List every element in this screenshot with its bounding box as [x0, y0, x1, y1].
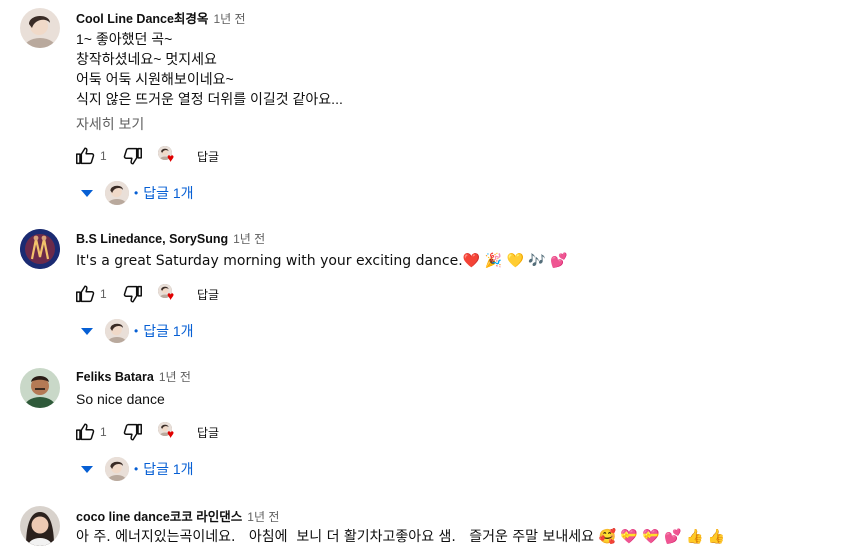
- author-name[interactable]: coco line dance코코 라인댄스: [76, 510, 242, 524]
- like-count: 1: [100, 149, 107, 163]
- like-count: 1: [100, 425, 107, 439]
- thumb-down-icon[interactable]: [122, 283, 144, 305]
- separator-dot: •: [134, 186, 139, 200]
- creator-heart-icon: ♥: [158, 421, 180, 443]
- avatar: [105, 181, 129, 205]
- thumb-up-icon[interactable]: [74, 283, 96, 305]
- reply-button[interactable]: 답글: [197, 424, 219, 441]
- comment-line: So nice dance: [76, 391, 165, 407]
- view-replies-button[interactable]: • 답글 1개: [78, 317, 194, 345]
- comment-header: coco line dance코코 라인댄스 1년 전: [76, 506, 279, 525]
- avatar[interactable]: [20, 229, 60, 269]
- comment-text: So nice dance: [76, 389, 165, 409]
- comment-header: Cool Line Dance최경옥 1년 전: [76, 8, 246, 27]
- creator-heart-icon: ♥: [158, 145, 180, 167]
- separator-dot: •: [134, 462, 139, 476]
- thumb-up-icon[interactable]: [74, 421, 96, 443]
- triangle-down-icon: [81, 189, 93, 197]
- like-count: 1: [100, 287, 107, 301]
- comment-header: Feliks Batara 1년 전: [76, 368, 191, 385]
- avatar: [105, 319, 129, 343]
- comment-line: It's a great Saturday morning with your …: [76, 253, 568, 269]
- comment-text: 아 주. 에너지있는곡이네요. 아침에 보니 더 활기차고좋아요 샘. 즐거운 …: [76, 527, 725, 547]
- triangle-down-icon: [81, 327, 93, 335]
- comment-line: 어둑 어둑 시원해보이네요~: [76, 71, 234, 87]
- comment-time[interactable]: 1년 전: [213, 12, 245, 26]
- comment-header: B.S Linedance, SorySung 1년 전: [76, 230, 265, 247]
- comment-time[interactable]: 1년 전: [159, 370, 191, 384]
- avatar[interactable]: [20, 8, 60, 48]
- replies-count: 답글 1개: [143, 185, 194, 201]
- thumb-up-icon[interactable]: [74, 145, 96, 167]
- author-name[interactable]: Cool Line Dance최경옥: [76, 12, 208, 26]
- view-replies-button[interactable]: • 답글 1개: [78, 455, 194, 483]
- thumb-down-icon[interactable]: [122, 145, 144, 167]
- replies-count: 답글 1개: [143, 461, 194, 477]
- comment-actions: 1 ♥ 답글: [74, 420, 219, 444]
- comment-time[interactable]: 1년 전: [233, 232, 265, 246]
- comment-line: 창작하셨네요~ 멋지세요: [76, 51, 217, 67]
- thumb-down-icon[interactable]: [122, 421, 144, 443]
- comment-time[interactable]: 1년 전: [247, 510, 279, 524]
- avatar: [105, 457, 129, 481]
- comment-actions: 1 ♥ 답글: [74, 282, 219, 306]
- view-replies-button[interactable]: • 답글 1개: [78, 179, 194, 207]
- avatar[interactable]: [20, 506, 60, 546]
- comment-text: 1~ 좋아했던 곡~ 창작하셨네요~ 멋지세요 어둑 어둑 시원해보이네요~ 식…: [76, 29, 343, 109]
- replies-count: 답글 1개: [143, 323, 194, 339]
- comment-actions: 1 ♥ 답글: [74, 144, 219, 168]
- comment-text: It's a great Saturday morning with your …: [76, 251, 568, 271]
- author-name[interactable]: B.S Linedance, SorySung: [76, 232, 228, 246]
- read-more-button[interactable]: 자세히 보기: [76, 114, 144, 134]
- comment-line: 식지 않은 뜨거운 열정 더위를 이길것 같아요...: [76, 91, 343, 107]
- separator-dot: •: [134, 324, 139, 338]
- author-name[interactable]: Feliks Batara: [76, 370, 154, 384]
- avatar[interactable]: [20, 368, 60, 408]
- triangle-down-icon: [81, 465, 93, 473]
- reply-button[interactable]: 답글: [197, 286, 219, 303]
- reply-button[interactable]: 답글: [197, 148, 219, 165]
- comment-line: 아 주. 에너지있는곡이네요. 아침에 보니 더 활기차고좋아요 샘. 즐거운 …: [76, 529, 726, 545]
- comment-line: 1~ 좋아했던 곡~: [76, 31, 173, 47]
- creator-heart-icon: ♥: [158, 283, 180, 305]
